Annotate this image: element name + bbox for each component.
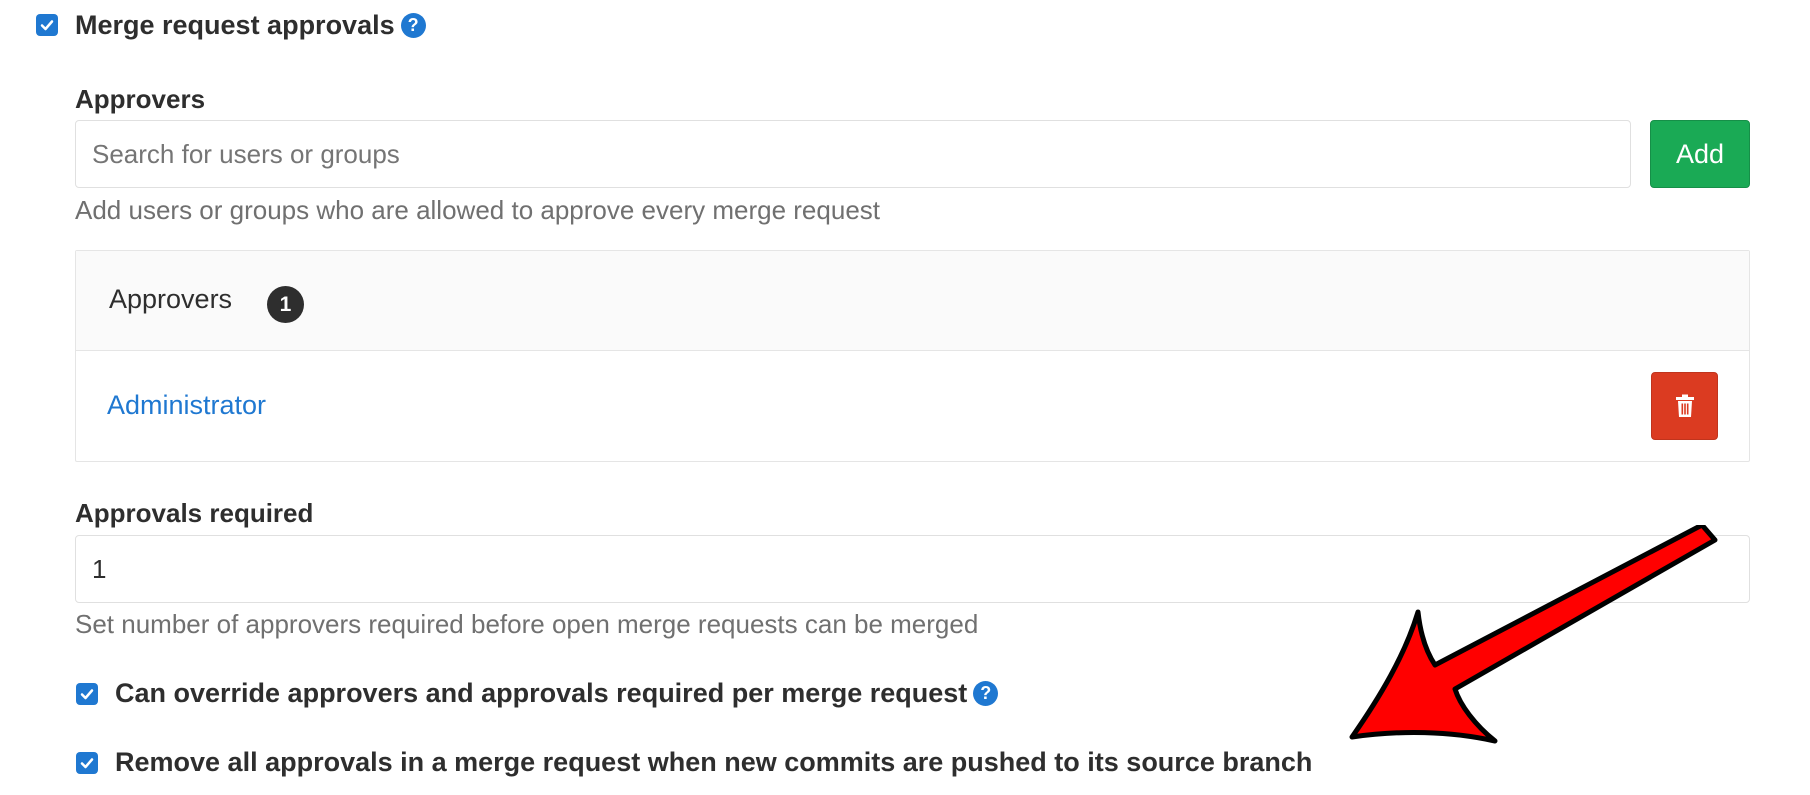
override-row: Can override approvers and approvals req…: [115, 678, 999, 709]
trash-icon: [1675, 394, 1694, 417]
check-icon: [80, 758, 94, 769]
approvers-panel: Approvers 1 Administrator: [75, 250, 1750, 462]
check-icon: [40, 20, 54, 31]
merge-approvals-label: Merge request approvals: [75, 10, 395, 40]
override-approvers-label: Can override approvers and approvals req…: [115, 678, 968, 708]
remove-approvals-checkbox[interactable]: [76, 752, 98, 774]
merge-approvals-row: Merge request approvals?: [75, 10, 426, 41]
help-icon[interactable]: ?: [400, 13, 426, 38]
help-icon[interactable]: ?: [973, 681, 999, 706]
approvers-label: Approvers: [75, 84, 206, 114]
annotation-arrow-icon: [1349, 525, 1718, 744]
check-icon: [80, 689, 94, 700]
approvers-help-text: Add users or groups who are allowed to a…: [75, 195, 880, 225]
add-approver-button[interactable]: Add: [1650, 120, 1750, 188]
add-button-label: Add: [1675, 138, 1725, 169]
override-approvers-checkbox[interactable]: [76, 683, 98, 705]
remove-approver-button[interactable]: [1651, 372, 1718, 440]
approvers-count-badge: 1: [267, 286, 304, 323]
approver-list-item: Administrator: [76, 351, 1749, 461]
remove-approvals-label: Remove all approvals in a merge request …: [115, 747, 1313, 777]
remove-approvals-row: Remove all approvals in a merge request …: [115, 747, 1312, 778]
approvers-panel-header: Approvers 1: [76, 251, 1749, 351]
approvals-required-help-text: Set number of approvers required before …: [75, 609, 979, 639]
approvers-panel-title: Approvers: [109, 284, 233, 314]
approvers-search-input[interactable]: [75, 120, 1631, 188]
merge-approvals-checkbox[interactable]: [36, 14, 58, 36]
approver-name-link[interactable]: Administrator: [107, 390, 266, 421]
approvals-required-label: Approvals required: [75, 498, 314, 528]
